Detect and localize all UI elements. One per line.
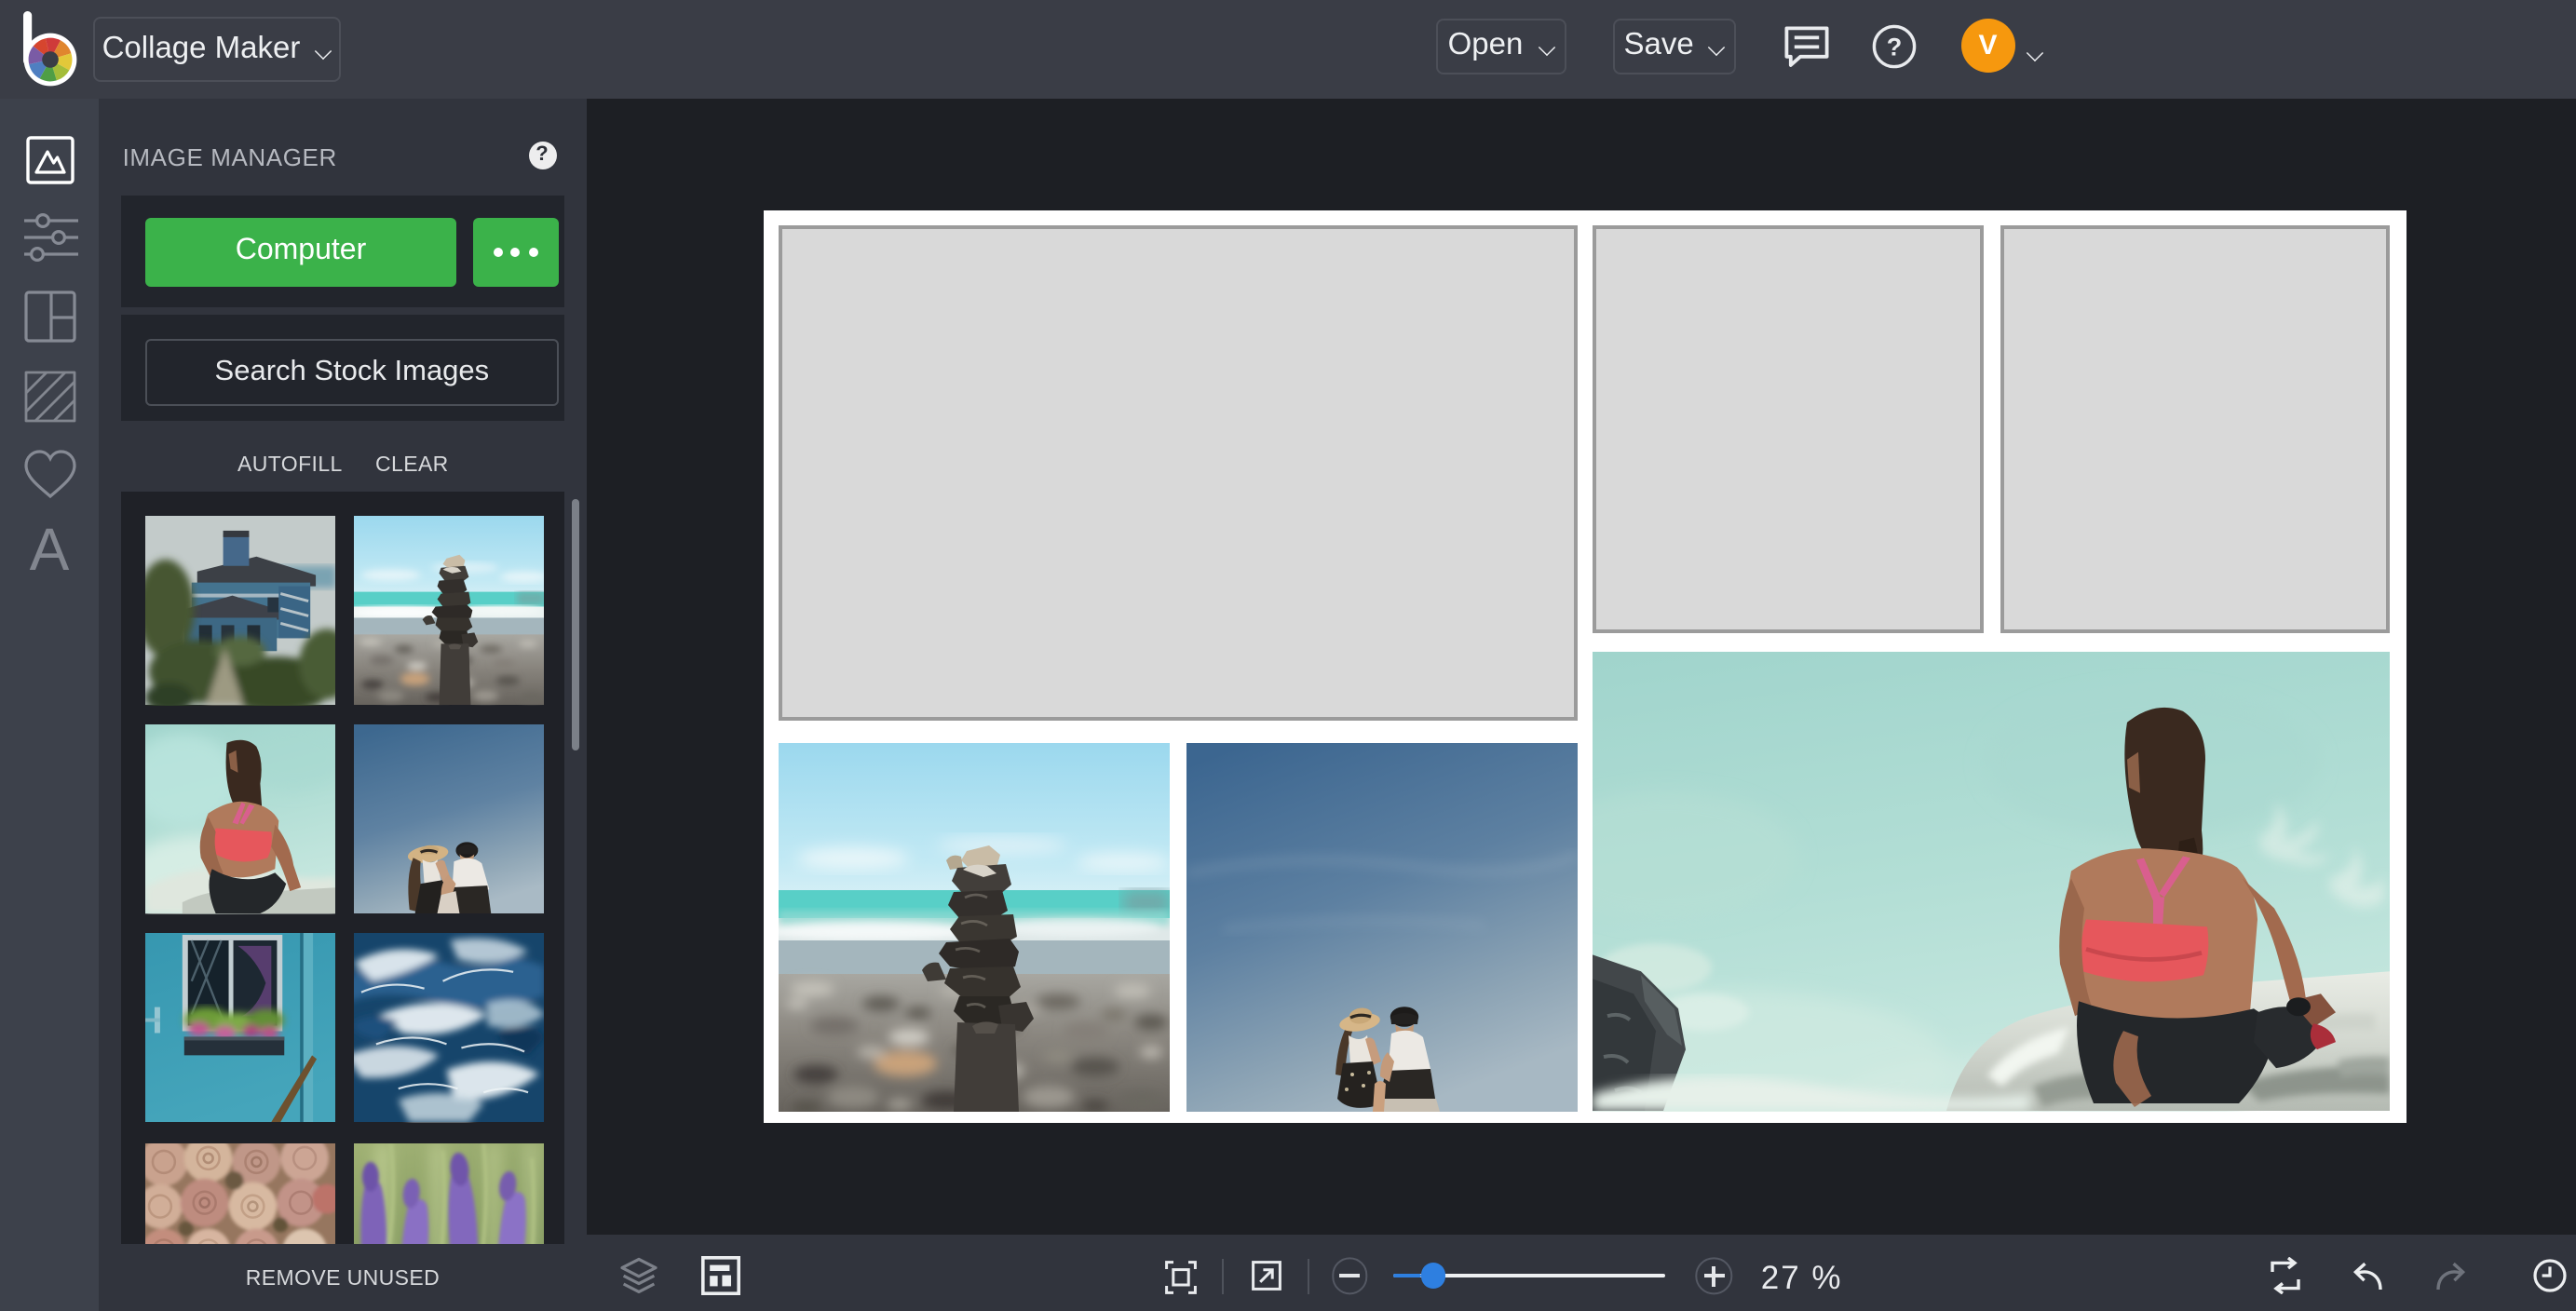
svg-text:?: ? [1887, 33, 1903, 61]
